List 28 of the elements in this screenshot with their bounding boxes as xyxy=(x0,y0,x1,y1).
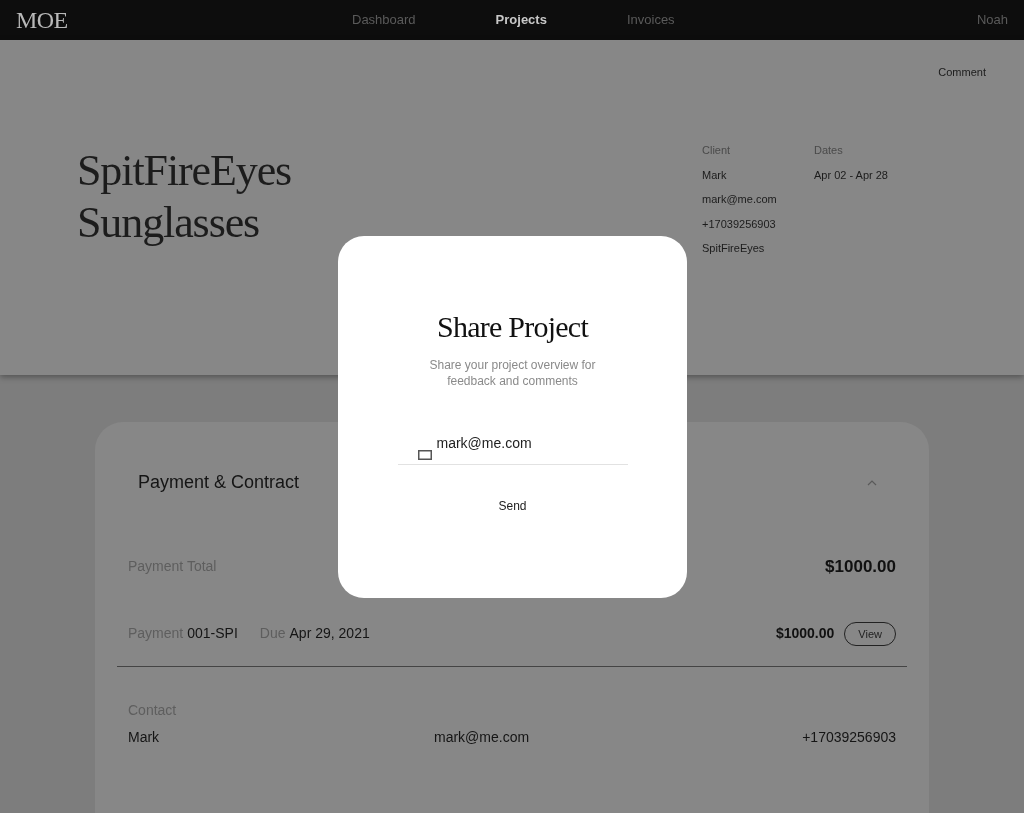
contact-phone: +17039256903 xyxy=(802,728,896,747)
client-detail: +17039256903 xyxy=(702,216,777,232)
nav-tab[interactable]: Invoices xyxy=(626,10,675,30)
client-detail: mark@me.com xyxy=(702,192,778,207)
payment-amount: $1000.00 xyxy=(775,624,835,644)
project-title: SpitFireEyes Sunglasses xyxy=(77,145,293,249)
dates-label: Dates xyxy=(814,143,844,158)
user-name[interactable]: Noah xyxy=(976,10,1008,30)
client-detail: SpitFireEyes xyxy=(702,241,766,256)
contact-email: mark@me.com xyxy=(434,728,530,747)
nav-tab[interactable]: Projects xyxy=(495,10,547,30)
payment-number: 001-SPI xyxy=(187,624,238,644)
box-icon xyxy=(417,450,432,460)
payment-total: $1000.00 xyxy=(825,556,896,578)
nav-tab[interactable]: Dashboard xyxy=(352,10,416,30)
card-title: Payment & Contract xyxy=(138,471,300,494)
send-button[interactable]: Send xyxy=(498,497,527,515)
due-date: Apr 29, 2021 xyxy=(289,624,370,644)
dialog-subtitle: Share your project overview for feedback and comments xyxy=(428,357,597,389)
chevron-up-icon[interactable] xyxy=(867,479,877,486)
contact-name: Mark xyxy=(128,728,161,747)
client-label: Client xyxy=(702,143,732,158)
dialog-title: Share Project xyxy=(437,309,588,345)
dates-value: Apr 02 - Apr 28 xyxy=(814,167,888,183)
email-input[interactable]: mark@me.com xyxy=(436,433,617,454)
logo[interactable]: MOE xyxy=(16,2,316,38)
client-detail: Mark xyxy=(702,167,728,183)
comment-link[interactable]: Comment xyxy=(938,64,986,81)
